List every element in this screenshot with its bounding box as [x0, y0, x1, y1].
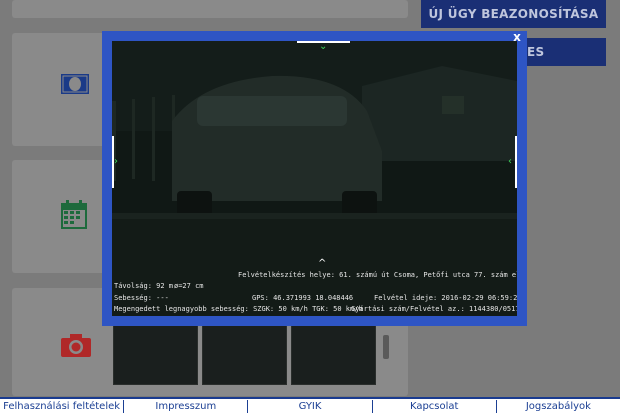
photo-modal: x ⌄ › ‹ ^ Felvételkészítés helye: 61. sz…	[102, 30, 527, 326]
speed-text: Sebesség: ---	[114, 294, 169, 302]
camera-icon	[60, 332, 92, 358]
gps-text: GPS: 46.371993 18.048446	[252, 294, 354, 302]
chevron-up-icon[interactable]: ^	[318, 259, 326, 269]
speed-camera-photo: ⌄ › ‹ ^ Felvételkészítés helye: 61. szám…	[112, 41, 517, 316]
info-card-top	[12, 0, 408, 18]
calendar-icon	[60, 200, 88, 230]
chevron-down-icon[interactable]: ⌄	[319, 42, 327, 52]
new-case-button[interactable]: ÚJ ÜGY BEAZONOSÍTÁSA	[421, 0, 606, 28]
footer-link-faq[interactable]: GYIK	[248, 400, 373, 413]
footer: Felhasználási feltételek Impresszum GYIK…	[0, 397, 620, 414]
diameter-text: ø=27 cm	[174, 282, 204, 290]
timestamp-text: Felvétel ideje: 2016-02-29 06:59:27.3	[374, 294, 517, 302]
footer-link-terms[interactable]: Felhasználási feltételek	[0, 400, 125, 413]
thumbnail[interactable]	[291, 325, 376, 385]
right-handle[interactable]	[515, 136, 517, 188]
money-icon	[60, 73, 90, 95]
thumbnail[interactable]	[113, 325, 198, 385]
location-text: Felvételkészítés helye: 61. számú út Cso…	[238, 271, 517, 279]
footer-link-contact[interactable]: Kapcsolat	[373, 400, 497, 413]
thumbnail-strip	[113, 325, 391, 385]
distance-text: Távolság: 92 m	[114, 282, 174, 290]
footer-link-imprint[interactable]: Impresszum	[124, 400, 249, 413]
speed-limit-text: Megengedett legnagyobb sebesség: SZGK: 5…	[114, 305, 363, 313]
chevron-right-icon[interactable]: ›	[114, 157, 118, 167]
footer-link-legislation[interactable]: Jogszabályok	[497, 400, 620, 413]
serial-text: Gyártási szám/Felvétel az.: 1144380/0517…	[351, 305, 517, 313]
chevron-left-icon[interactable]: ‹	[508, 157, 512, 167]
thumbnail-scrollbar[interactable]	[380, 325, 392, 385]
thumbnail[interactable]	[202, 325, 287, 385]
scroll-thumb[interactable]	[383, 335, 389, 359]
